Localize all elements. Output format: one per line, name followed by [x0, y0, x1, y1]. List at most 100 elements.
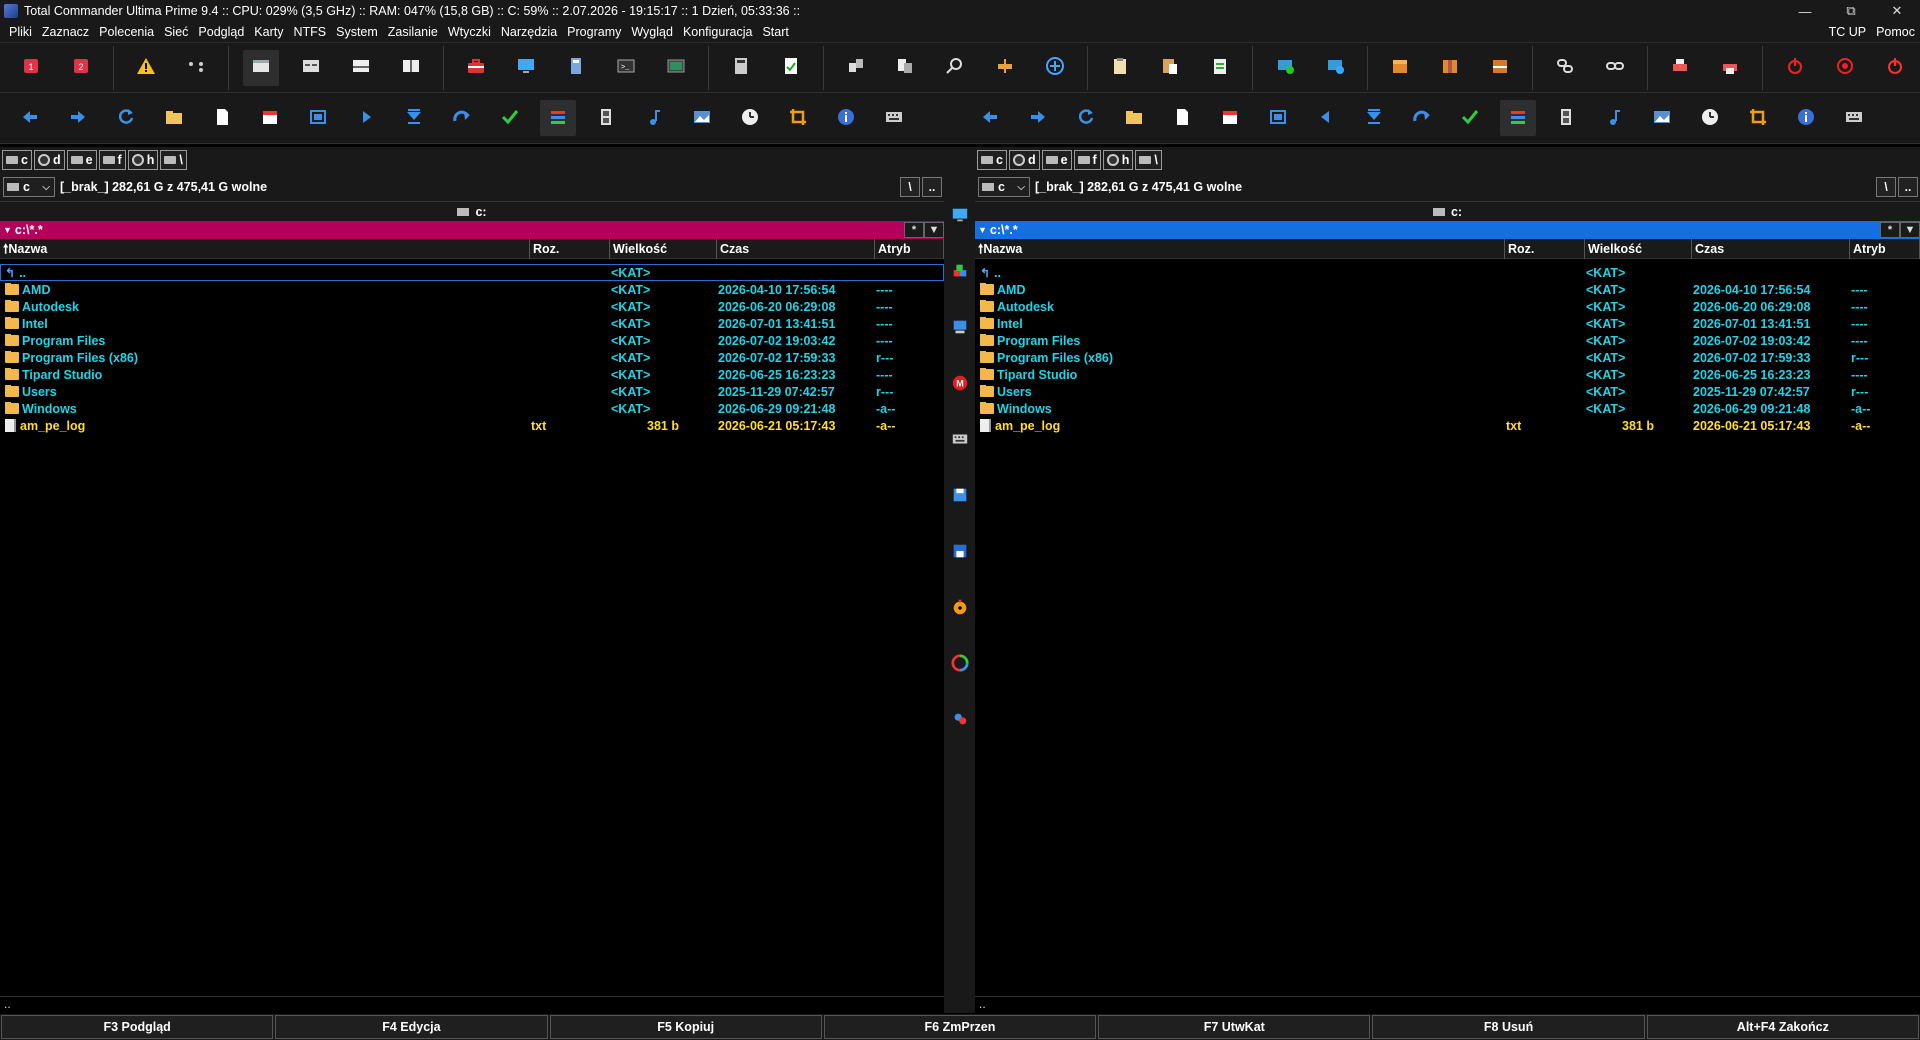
warning-button[interactable] — [128, 50, 164, 86]
notepad-button[interactable] — [773, 50, 809, 86]
side-burn-button[interactable] — [949, 597, 971, 619]
left-history-button[interactable]: ▼ — [924, 222, 944, 238]
monitor-button[interactable] — [508, 50, 544, 86]
menu-polecenia[interactable]: Polecenia — [94, 25, 159, 39]
shutdown-button[interactable] — [1877, 50, 1913, 86]
right-col-date[interactable]: Czas — [1692, 238, 1850, 259]
record-button[interactable] — [1827, 50, 1863, 86]
menu-siec[interactable]: Sieć — [159, 25, 193, 39]
exit-button[interactable]: Alt+F4 Zakończ — [1646, 1015, 1919, 1039]
left-check-button[interactable] — [492, 100, 528, 136]
right-calendar-button[interactable] — [1212, 100, 1248, 136]
left-select-button[interactable] — [300, 100, 336, 136]
left-drive-d[interactable]: d — [33, 150, 65, 170]
file-row[interactable]: ↰.. <KAT> — [975, 264, 1920, 281]
left-drive-f[interactable]: f — [98, 150, 126, 170]
right-history-button[interactable]: ▼ — [1900, 222, 1920, 238]
f6-move-button[interactable]: F6 ZmPrzen — [823, 1015, 1097, 1039]
network-connect-button[interactable] — [1267, 50, 1303, 86]
file-row[interactable]: AMD <KAT> 2026-04-10 17:56:54 ---- — [975, 281, 1920, 298]
left-filter-button[interactable] — [396, 100, 432, 136]
multi-rename-button[interactable] — [987, 50, 1023, 86]
add-button[interactable] — [1037, 50, 1073, 86]
menu-pomoc[interactable]: Pomoc — [1871, 25, 1920, 39]
right-forward-button[interactable] — [1020, 100, 1056, 136]
left-film-button[interactable] — [588, 100, 624, 136]
right-filter-button[interactable]: * — [1880, 222, 1900, 238]
toolbox-button[interactable] — [458, 50, 494, 86]
paste-button[interactable] — [1152, 50, 1188, 86]
left-calendar-button[interactable] — [252, 100, 288, 136]
menu-ntfs[interactable]: NTFS — [288, 25, 331, 39]
right-col-name[interactable]: 🠕Nazwa — [975, 238, 1505, 259]
right-color-bars-button[interactable] — [1500, 100, 1536, 136]
screen-button[interactable] — [658, 50, 694, 86]
f8-delete-button[interactable]: F8 Usuń — [1372, 1015, 1645, 1039]
file-row[interactable]: Program Files (x86) <KAT> 2026-07-02 17:59… — [975, 349, 1920, 366]
menu-konfiguracja[interactable]: Konfiguracja — [678, 25, 758, 39]
file-row[interactable]: Users <KAT> 2025-11-29 07:42:57 r--- — [0, 383, 944, 400]
pack-button[interactable] — [1432, 50, 1468, 86]
left-play-button[interactable] — [348, 100, 384, 136]
left-back-button[interactable] — [12, 100, 48, 136]
menu-wyglad[interactable]: Wygląd — [626, 25, 678, 39]
file-row[interactable]: Intel <KAT> 2026-07-01 13:41:51 ---- — [975, 315, 1920, 332]
right-select-button[interactable] — [1260, 100, 1296, 136]
menu-tc-up[interactable]: TC UP — [1824, 25, 1872, 39]
left-redo-button[interactable] — [444, 100, 480, 136]
left-root-button[interactable]: \ — [900, 177, 920, 197]
power-button[interactable] — [1777, 50, 1813, 86]
left-folder-button[interactable] — [156, 100, 192, 136]
clipboard-button[interactable] — [1102, 50, 1138, 86]
file-row[interactable]: am_pe_log txt 381 b 2026-06-21 05:17:43 -a-- — [975, 417, 1920, 434]
tab-2-button[interactable]: 2 — [63, 50, 99, 86]
side-keyboard-button[interactable] — [949, 429, 971, 451]
printer-button[interactable] — [1662, 50, 1698, 86]
right-drive-c[interactable]: c — [977, 150, 1007, 170]
right-file-button[interactable] — [1164, 100, 1200, 136]
f4-edit-button[interactable]: F4 Edycja — [275, 1015, 548, 1039]
side-m-button[interactable]: M — [949, 373, 971, 395]
right-keyboard-button[interactable] — [1836, 100, 1872, 136]
left-drive-h[interactable]: h — [127, 150, 159, 170]
right-info-button[interactable] — [1788, 100, 1824, 136]
left-drive-e[interactable]: e — [66, 150, 97, 170]
side-computer-button[interactable] — [949, 317, 971, 339]
restore-button[interactable]: ⧉ — [1828, 0, 1874, 22]
minimize-button[interactable]: — — [1782, 0, 1828, 22]
left-drive-c[interactable]: c — [2, 150, 32, 170]
right-path-bar[interactable]: ▼ c:\*.* * ▼ — [975, 221, 1920, 239]
menu-narzedzia[interactable]: Narzędzia — [496, 25, 562, 39]
right-crop-button[interactable] — [1740, 100, 1776, 136]
left-path-bar[interactable]: ▼ c:\*.* * ▼ — [0, 221, 944, 239]
dots-button[interactable] — [178, 50, 214, 86]
file-row[interactable]: Windows <KAT> 2026-06-29 09:21:48 -a-- — [0, 400, 944, 417]
right-root-button[interactable]: \ — [1876, 177, 1896, 197]
right-drive-e[interactable]: e — [1041, 150, 1072, 170]
right-film-button[interactable] — [1548, 100, 1584, 136]
right-drive-h[interactable]: h — [1102, 150, 1134, 170]
left-color-bars-button[interactable] — [540, 100, 576, 136]
f7-mkdir-button[interactable]: F7 UtwKat — [1098, 1015, 1371, 1039]
left-refresh-button[interactable] — [108, 100, 144, 136]
file-row[interactable]: Users <KAT> 2025-11-29 07:42:57 r--- — [975, 383, 1920, 400]
side-floppy-2-button[interactable] — [949, 541, 971, 563]
right-col-size[interactable]: Wielkość — [1585, 238, 1692, 259]
menu-zaznacz[interactable]: Zaznacz — [37, 25, 94, 39]
right-music-button[interactable] — [1596, 100, 1632, 136]
right-filter-button[interactable] — [1356, 100, 1392, 136]
right-up-button[interactable]: .. — [1898, 177, 1918, 197]
checklist-button[interactable] — [1202, 50, 1238, 86]
terminal-button[interactable]: >_ — [608, 50, 644, 86]
file-row[interactable]: Program Files (x86) <KAT> 2026-07-02 17:59… — [0, 349, 944, 366]
right-play-button[interactable] — [1308, 100, 1344, 136]
menu-karty[interactable]: Karty — [249, 25, 288, 39]
right-folder-button[interactable] — [1116, 100, 1152, 136]
file-row[interactable]: Windows <KAT> 2026-06-29 09:21:48 -a-- — [975, 400, 1920, 417]
right-drive-d[interactable]: d — [1008, 150, 1040, 170]
left-drive-select[interactable]: c ⌵ — [3, 177, 55, 197]
history-triangle-icon[interactable]: ▼ — [978, 225, 987, 235]
network-disconnect-button[interactable] — [1317, 50, 1353, 86]
file-row[interactable]: AMD <KAT> 2026-04-10 17:56:54 ---- — [0, 281, 944, 298]
right-drive-f[interactable]: f — [1073, 150, 1101, 170]
